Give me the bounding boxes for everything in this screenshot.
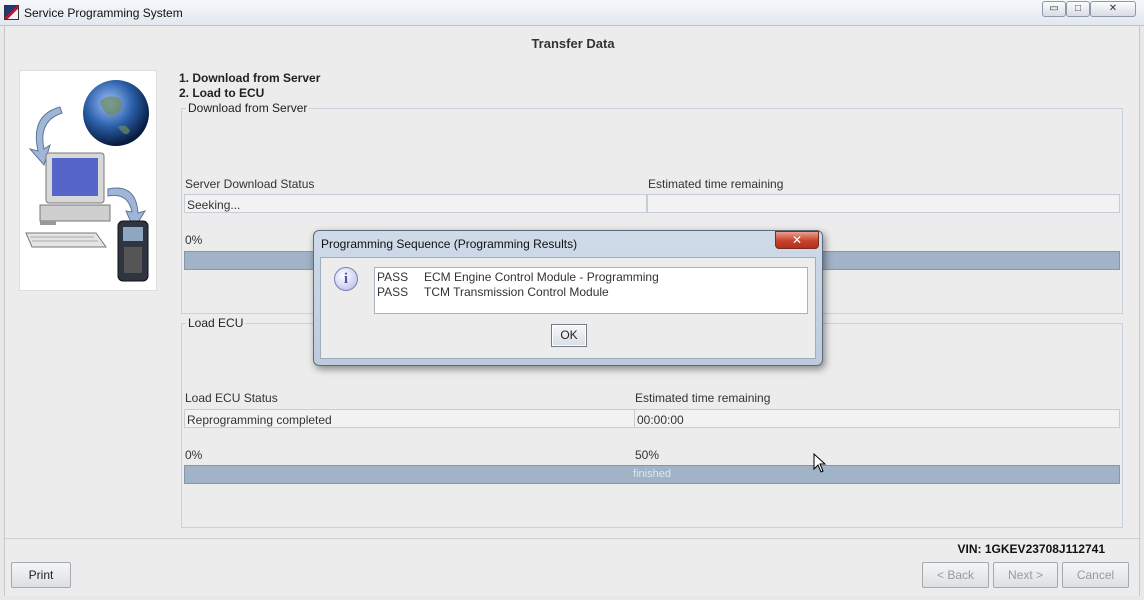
server-download-status-label: Server Download Status bbox=[185, 177, 315, 191]
vin-label: VIN: 1GKEV23708J112741 bbox=[957, 542, 1105, 556]
download-time-field bbox=[647, 194, 1120, 213]
app-icon bbox=[4, 5, 19, 20]
result-status: PASS bbox=[377, 270, 409, 284]
minimize-button[interactable]: ▭ bbox=[1042, 1, 1066, 17]
load-progress-mid-label: 50% bbox=[635, 448, 660, 462]
cancel-button[interactable]: Cancel bbox=[1062, 562, 1129, 588]
footer-divider bbox=[5, 538, 1141, 539]
mouse-cursor-icon bbox=[813, 453, 827, 473]
list-item: PASS ECM Engine Control Module - Programm… bbox=[377, 270, 805, 285]
result-text: ECM Engine Control Module - Programming bbox=[424, 270, 659, 284]
info-icon: i bbox=[334, 267, 358, 291]
load-ecu-status-label: Load ECU Status bbox=[185, 391, 278, 405]
close-window-button[interactable]: ✕ bbox=[1090, 1, 1136, 17]
download-progress-label: 0% bbox=[185, 233, 203, 247]
result-text: TCM Transmission Control Module bbox=[424, 285, 609, 299]
server-download-status-field: Seeking... bbox=[184, 194, 647, 213]
result-status: PASS bbox=[377, 285, 409, 299]
ok-button[interactable]: OK bbox=[551, 324, 587, 347]
window-titlebar: Service Programming System ▭ □ ✕ bbox=[0, 0, 1144, 26]
maximize-button[interactable]: □ bbox=[1066, 1, 1090, 17]
load-progress-start-label: 0% bbox=[185, 448, 203, 462]
next-button[interactable]: Next > bbox=[993, 562, 1058, 588]
dialog-close-button[interactable]: ✕ bbox=[775, 231, 819, 249]
dialog-body: i PASS ECM Engine Control Module - Progra… bbox=[320, 257, 816, 359]
window-title: Service Programming System bbox=[24, 6, 183, 20]
dialog-title: Programming Sequence (Programming Result… bbox=[321, 237, 578, 251]
load-time-field: 00:00:00 bbox=[634, 409, 1120, 428]
load-ecu-group-legend: Load ECU bbox=[186, 316, 246, 330]
back-button[interactable]: < Back bbox=[922, 562, 989, 588]
load-progress-bar: finished bbox=[184, 465, 1120, 484]
step-load: 2. Load to ECU bbox=[179, 86, 265, 100]
steps-list: 1. Download from Server 2. Load to ECU bbox=[179, 71, 320, 101]
server-to-tool-illustration bbox=[19, 70, 157, 291]
download-time-label: Estimated time remaining bbox=[648, 177, 784, 191]
results-list: PASS ECM Engine Control Module - Programm… bbox=[374, 267, 808, 314]
step-download: 1. Download from Server bbox=[179, 71, 321, 85]
list-item: PASS TCM Transmission Control Module bbox=[377, 285, 805, 300]
load-ecu-status-field: Reprogramming completed bbox=[184, 409, 635, 428]
load-time-label: Estimated time remaining bbox=[635, 391, 771, 405]
programming-results-dialog: Programming Sequence (Programming Result… bbox=[313, 230, 823, 366]
page-title: Transfer Data bbox=[531, 36, 615, 51]
download-group-legend: Download from Server bbox=[186, 101, 310, 115]
print-button[interactable]: Print bbox=[11, 562, 71, 588]
